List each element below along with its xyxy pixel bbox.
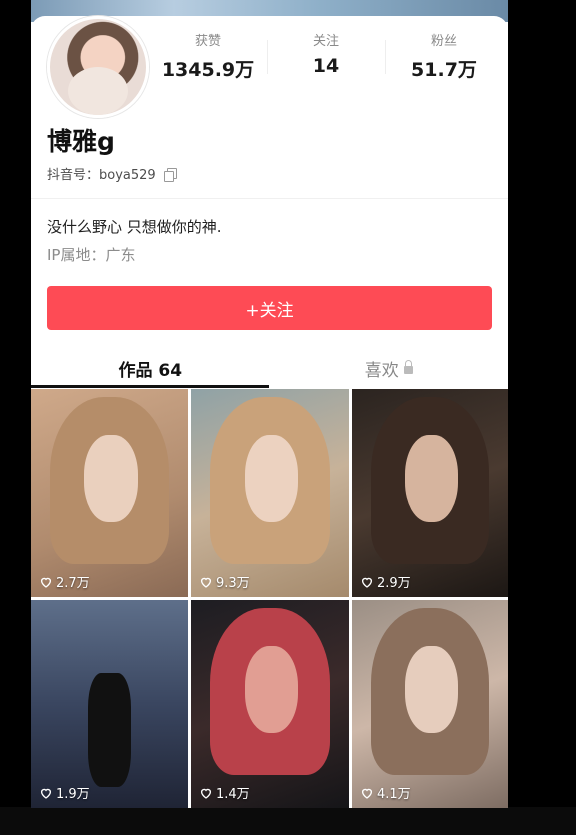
tab-works-label: 作品 64 xyxy=(118,360,183,381)
stat-value: 14 xyxy=(312,55,340,77)
stat-value: 1345.9万 xyxy=(161,59,255,81)
like-count-text: 2.7万 xyxy=(56,576,90,591)
divider xyxy=(31,198,508,199)
video-thumbnail[interactable]: 2.9万 xyxy=(352,389,508,597)
profile-sheet: 获赞 1345.9万 关注 14 粉丝 51.7万 博雅g 抖音号：boya52… xyxy=(31,16,508,808)
like-count: 2.9万 xyxy=(360,572,411,591)
follow-button[interactable]: +关注 xyxy=(47,286,492,330)
like-count-text: 1.4万 xyxy=(216,787,250,802)
stat-label: 关注 xyxy=(312,34,339,49)
copy-icon[interactable] xyxy=(163,167,177,182)
like-count: 9.3万 xyxy=(199,572,250,591)
like-count-text: 1.9万 xyxy=(56,787,90,802)
heart-icon xyxy=(200,788,212,799)
video-thumbnail[interactable]: 2.7万 xyxy=(31,389,188,597)
video-thumbnail[interactable]: 4.1万 xyxy=(352,600,508,808)
bio-text: 没什么野心 只想做你的神. xyxy=(47,218,222,236)
left-black-bar xyxy=(0,0,31,835)
tab-works[interactable]: 作品 64 xyxy=(31,347,270,389)
right-black-bar xyxy=(508,0,576,835)
stat-followers[interactable]: 粉丝 51.7万 xyxy=(385,30,503,86)
avatar[interactable] xyxy=(47,16,149,118)
heart-icon xyxy=(40,577,52,588)
content-tabs: 作品 64 喜欢 xyxy=(31,347,508,389)
like-count-text: 9.3万 xyxy=(216,576,250,591)
video-thumbnail[interactable]: 9.3万 xyxy=(191,389,349,597)
bottom-black-strip xyxy=(0,807,576,835)
profile-screen: 获赞 1345.9万 关注 14 粉丝 51.7万 博雅g 抖音号：boya52… xyxy=(31,0,508,808)
stat-label: 获赞 xyxy=(194,34,221,49)
like-count: 2.7万 xyxy=(39,572,90,591)
lock-icon xyxy=(403,360,413,374)
stat-likes[interactable]: 获赞 1345.9万 xyxy=(149,30,267,86)
heart-icon xyxy=(200,577,212,588)
douyin-id-text: 抖音号：boya529 xyxy=(47,168,156,183)
video-thumbnail[interactable]: 1.4万 xyxy=(191,600,349,808)
stat-value: 51.7万 xyxy=(411,59,477,81)
like-count: 1.4万 xyxy=(199,783,250,802)
like-count-text: 2.9万 xyxy=(377,576,411,591)
profile-name: 博雅g xyxy=(47,127,115,156)
stat-following[interactable]: 关注 14 xyxy=(267,30,385,86)
active-tab-indicator xyxy=(31,385,269,388)
like-count-text: 4.1万 xyxy=(377,787,411,802)
heart-icon xyxy=(40,788,52,799)
like-count: 4.1万 xyxy=(360,783,411,802)
ip-location: IP属地：广东 xyxy=(47,246,136,264)
like-count: 1.9万 xyxy=(39,783,90,802)
heart-icon xyxy=(361,577,373,588)
video-thumbnail[interactable]: 1.9万 xyxy=(31,600,188,808)
heart-icon xyxy=(361,788,373,799)
stats-row: 获赞 1345.9万 关注 14 粉丝 51.7万 xyxy=(149,30,503,86)
stat-label: 粉丝 xyxy=(430,34,457,49)
tab-likes[interactable]: 喜欢 xyxy=(270,347,509,389)
tab-likes-label: 喜欢 xyxy=(364,360,399,381)
douyin-id: 抖音号：boya529 xyxy=(47,164,177,183)
video-grid: 2.7万 9.3万 2.9万 1.9万 1.4万 4.1万 xyxy=(31,389,508,808)
